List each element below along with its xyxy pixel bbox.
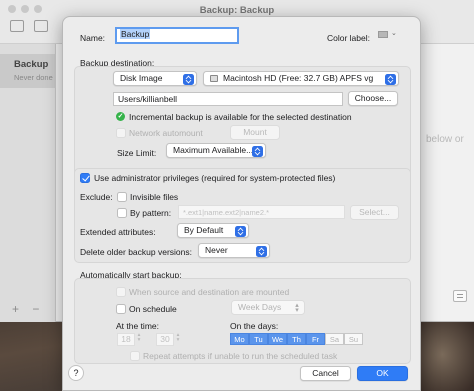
chevron-updown-icon	[385, 73, 396, 85]
day-toggle-sa[interactable]: Sa	[325, 333, 344, 345]
network-automount-label: Network automount	[129, 128, 203, 138]
remove-item-button[interactable]: −	[32, 302, 39, 316]
day-toggle-mo[interactable]: Mo	[230, 333, 249, 345]
name-label: Name:	[80, 33, 106, 43]
color-label-label: Color label:	[327, 33, 370, 43]
invisible-files-checkbox[interactable]	[117, 192, 127, 202]
add-item-button[interactable]: +	[12, 302, 19, 316]
admin-privileges-checkbox[interactable]	[80, 173, 90, 183]
day-toggle-we[interactable]: We	[268, 333, 287, 345]
name-field-value: Backup	[120, 29, 151, 39]
choose-button[interactable]: Choose...	[348, 91, 398, 106]
checkmark-status-icon: ✓	[116, 112, 125, 121]
color-swatch	[378, 31, 388, 38]
hour-field[interactable]: 18	[117, 333, 135, 346]
day-toggle-th[interactable]: Th	[287, 333, 306, 345]
view-toggle-icon[interactable]	[34, 20, 48, 32]
sidebar-toggle-icon[interactable]	[10, 20, 24, 32]
background-hint-text: below or	[426, 134, 464, 145]
help-button[interactable]: ?	[68, 365, 84, 381]
at-time-label: At the time:	[116, 321, 159, 331]
sidebar-item-title: Backup	[14, 59, 49, 70]
delete-older-value: Never	[205, 245, 228, 255]
chevron-down-icon: ⌄	[391, 30, 397, 37]
chevron-updown-icon	[235, 225, 246, 237]
ok-button[interactable]: OK	[357, 366, 408, 381]
sidebar-item-backup[interactable]: Backup Never done	[0, 54, 56, 88]
minute-stepper-icon[interactable]: ▴ ▾	[175, 332, 181, 345]
color-label-picker[interactable]: ⌄	[374, 27, 399, 43]
on-schedule-checkbox[interactable]	[116, 304, 126, 314]
name-field[interactable]: Backup	[115, 27, 239, 44]
destination-type-value: Disk Image	[120, 73, 163, 83]
when-mounted-label: When source and destination are mounted	[129, 287, 290, 297]
destination-path-value: Users/killianbell	[118, 94, 178, 104]
disk-icon	[210, 75, 218, 82]
day-toggle-su[interactable]: Su	[344, 333, 363, 345]
minute-field[interactable]: 30	[156, 333, 174, 346]
destination-volume-value: Macintosh HD (Free: 32.7 GB) APFS vg	[223, 73, 374, 83]
day-toggle-fr[interactable]: Fr	[306, 333, 325, 345]
by-pattern-checkbox[interactable]	[117, 208, 127, 218]
pattern-placeholder: *.ext1|name.ext2|name2.*	[183, 208, 270, 217]
size-limit-select[interactable]: Maximum Available...	[166, 143, 266, 158]
chevron-updown-icon	[183, 73, 194, 85]
pattern-field[interactable]: *.ext1|name.ext2|name2.*	[178, 205, 345, 219]
size-limit-value: Maximum Available...	[173, 145, 254, 155]
hour-value: 18	[121, 334, 131, 344]
chevron-updown-icon	[256, 245, 267, 257]
exclude-label: Exclude:	[80, 192, 113, 202]
incremental-status-text: Incremental backup is available for the …	[129, 112, 352, 122]
repeat-attempts-checkbox[interactable]	[130, 351, 140, 361]
list-icon[interactable]	[453, 290, 467, 302]
mount-button[interactable]: Mount	[230, 125, 280, 140]
invisible-files-label: Invisible files	[130, 192, 179, 202]
when-mounted-checkbox[interactable]	[116, 287, 126, 297]
select-pattern-button[interactable]: Select...	[350, 205, 399, 220]
network-automount-checkbox[interactable]	[116, 128, 126, 138]
sidebar-footer: + −	[12, 302, 49, 316]
destination-type-select[interactable]: Disk Image	[113, 71, 197, 86]
day-toggle-tu[interactable]: Tu	[249, 333, 268, 345]
cancel-button[interactable]: Cancel	[300, 366, 351, 381]
on-days-label: On the days:	[230, 321, 279, 331]
schedule-select[interactable]: Week Days ▴ ▾	[231, 300, 305, 315]
delete-older-select[interactable]: Never	[198, 243, 270, 258]
on-schedule-label: On schedule	[129, 304, 177, 314]
schedule-value: Week Days	[238, 302, 282, 312]
destination-path-field[interactable]: Users/killianbell	[113, 92, 343, 106]
extended-attributes-label: Extended attributes:	[80, 227, 156, 237]
by-pattern-label: By pattern:	[130, 208, 172, 218]
admin-privileges-label: Use administrator privileges (required f…	[94, 173, 336, 183]
extended-attributes-select[interactable]: By Default	[177, 223, 249, 238]
size-limit-label: Size Limit:	[117, 148, 157, 158]
repeat-attempts-label: Repeat attempts if unable to run the sch…	[143, 351, 338, 361]
extended-attributes-value: By Default	[184, 225, 224, 235]
backup-settings-sheet: Name: Backup Color label: ⌄ Backup desti…	[62, 16, 421, 391]
chevron-updown-icon	[252, 145, 263, 157]
delete-older-label: Delete older backup versions:	[80, 247, 192, 257]
minute-value: 30	[160, 334, 170, 344]
chevron-updown-icon: ▴ ▾	[295, 302, 299, 314]
sidebar: Backup Never done + −	[0, 44, 56, 322]
window-title: Backup: Backup	[199, 5, 275, 16]
hour-stepper-icon[interactable]: ▴ ▾	[136, 332, 142, 345]
sidebar-item-subtitle: Never done	[14, 73, 53, 82]
destination-volume-select[interactable]: Macintosh HD (Free: 32.7 GB) APFS vg	[203, 71, 399, 86]
